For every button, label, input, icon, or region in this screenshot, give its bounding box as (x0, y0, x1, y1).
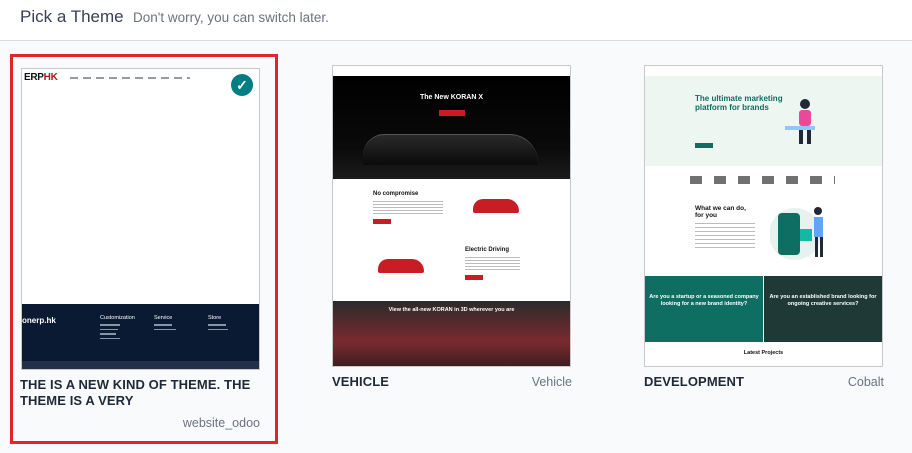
theme-card-website-odoo[interactable]: ERPHK ✓ onerp.hk Customization Service S… (10, 54, 278, 444)
preview-text (465, 257, 520, 271)
theme-preview[interactable]: The New KORAN X No compromise Electric D… (332, 65, 571, 367)
preview-hero-button (695, 143, 713, 148)
preview-logos (690, 176, 835, 184)
preview-nav (70, 77, 190, 79)
preview-nav (333, 66, 570, 76)
theme-tag: Cobalt (847, 375, 884, 389)
preview-panel-left: Are you a startup or a seasoned company … (645, 276, 763, 342)
theme-name: VEHICLE (332, 374, 390, 389)
preview-text (695, 223, 755, 251)
preview-bottom-bar (22, 361, 259, 369)
preview-panel-right: Are you an established brand looking for… (764, 276, 882, 342)
preview-footer-brand: onerp.hk (22, 316, 56, 325)
theme-card-cobalt[interactable]: The ultimate marketing platform for bran… (644, 54, 884, 414)
preview-hero: The ultimate marketing platform for bran… (645, 76, 882, 166)
preview-footer-col: Customization (100, 315, 135, 339)
preview-section: No compromise Electric Driving (333, 179, 570, 301)
car-image (378, 259, 424, 273)
theme-name: DEVELOPMENT (644, 374, 745, 389)
preview-hero-title: The New KORAN X (419, 94, 483, 101)
preview-panels: Are you a startup or a seasoned company … (645, 276, 882, 342)
preview-section-title: What we can do, for you (695, 205, 746, 219)
page-subtitle: Don't worry, you can switch later. (133, 10, 329, 25)
preview-button (373, 219, 391, 224)
preview-banner-title: View the all-new KORAN in 3D wherever yo… (388, 307, 515, 313)
preview-text (373, 201, 443, 215)
theme-preview[interactable]: The ultimate marketing platform for bran… (644, 65, 883, 367)
preview-section: What we can do, for you (645, 191, 882, 276)
preview-footer-title: Latest Projects (645, 342, 882, 366)
theme-name: THE IS A NEW KIND OF THEME. THE THEME IS… (20, 377, 251, 408)
theme-tag: website_odoo (182, 416, 260, 430)
preview-logo: ERPHK (24, 72, 58, 83)
preview-section-title: Electric Driving (465, 247, 510, 253)
preview-section-title: No compromise (373, 191, 419, 197)
theme-tag: Vehicle (531, 375, 572, 389)
preview-hero-button (439, 110, 465, 116)
theme-card-vehicle[interactable]: The New KORAN X No compromise Electric D… (332, 54, 572, 414)
car-image (473, 199, 519, 213)
preview-banner: View the all-new KORAN in 3D wherever yo… (333, 301, 570, 366)
preview-hero-title: The ultimate marketing platform for bran… (695, 94, 783, 112)
illustration-icon (785, 99, 815, 144)
car-image (363, 134, 538, 165)
check-icon: ✓ (231, 74, 253, 96)
page-title: Pick a Theme (20, 7, 124, 26)
preview-footer-col: Service (154, 315, 176, 330)
header: Pick a Theme Don't worry, you can switch… (0, 0, 912, 41)
preview-footer-col: Store (208, 315, 228, 330)
theme-preview[interactable]: ERPHK ✓ onerp.hk Customization Service S… (21, 68, 260, 370)
preview-hero: The New KORAN X (333, 76, 570, 179)
preview-footer: onerp.hk Customization Service Store (22, 304, 259, 361)
preview-button (465, 275, 483, 280)
illustration-icon (770, 207, 823, 260)
